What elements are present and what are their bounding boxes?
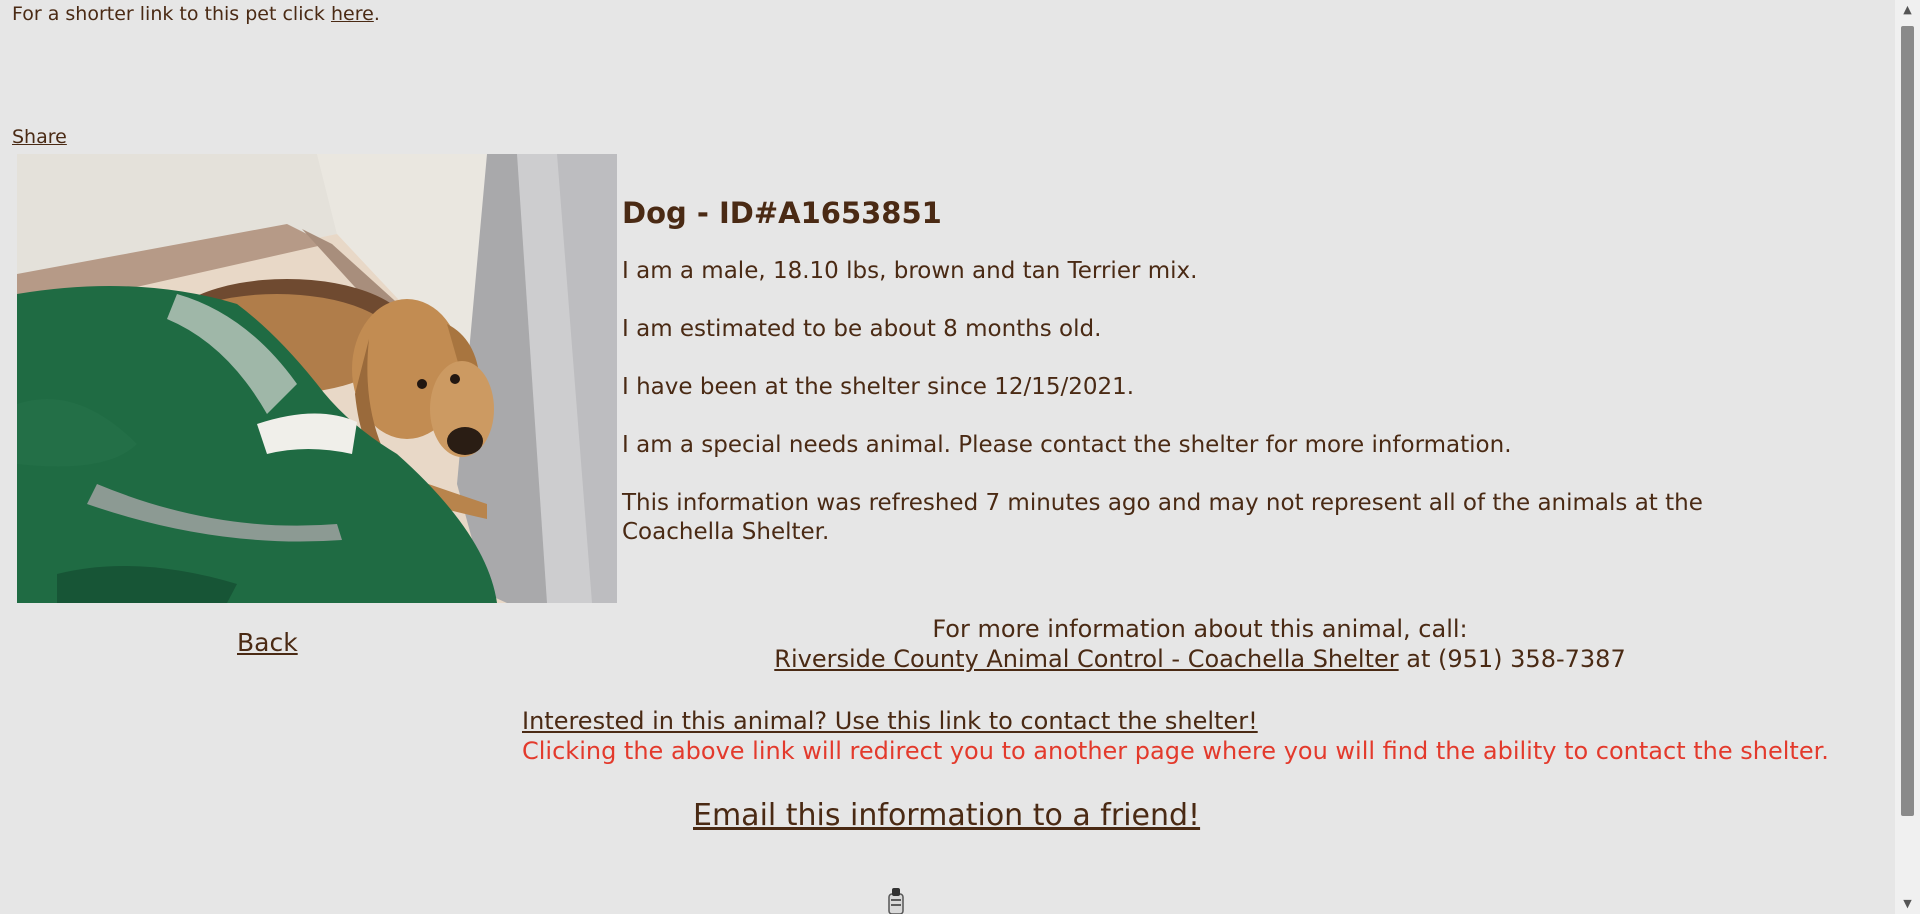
vertical-scrollbar[interactable]: ▲ ▼: [1895, 0, 1920, 914]
page: For a shorter link to this pet click her…: [0, 0, 1895, 914]
animal-description: I am a male, 18.10 lbs, brown and tan Te…: [622, 258, 1198, 284]
email-friend-link[interactable]: Email this information to a friend!: [693, 798, 1200, 833]
animal-age: I am estimated to be about 8 months old.: [622, 316, 1102, 342]
call-info: For more information about this animal, …: [700, 614, 1700, 674]
short-link-prefix: For a shorter link to this pet click: [12, 3, 331, 25]
phone-number: at (951) 358-7387: [1398, 645, 1626, 673]
scroll-up-icon[interactable]: ▲: [1895, 0, 1920, 20]
animal-info: Dog - ID#A1653851 I am a male, 18.10 lbs…: [622, 196, 1802, 576]
animal-intake-date: I have been at the shelter since 12/15/2…: [622, 374, 1135, 400]
short-link-here[interactable]: here: [331, 3, 374, 25]
short-link-line: For a shorter link to this pet click her…: [12, 3, 380, 25]
pet-photo: [17, 154, 617, 603]
contact-shelter-link[interactable]: Interested in this animal? Use this link…: [522, 707, 1258, 735]
loading-spinner-icon: [888, 888, 904, 914]
scrollbar-thumb[interactable]: [1901, 26, 1914, 816]
contact-section: Interested in this animal? Use this link…: [522, 706, 1829, 766]
scroll-down-icon[interactable]: ▼: [1895, 894, 1920, 914]
short-link-suffix: .: [373, 3, 380, 25]
call-text: For more information about this animal, …: [932, 615, 1468, 643]
shelter-link[interactable]: Riverside County Animal Control - Coache…: [774, 645, 1398, 673]
redirect-note: Clicking the above link will redirect yo…: [522, 737, 1829, 765]
shelter-line: Riverside County Animal Control - Coache…: [700, 644, 1700, 674]
refresh-notice: This information was refreshed 7 minutes…: [622, 490, 1703, 545]
animal-special-needs: I am a special needs animal. Please cont…: [622, 432, 1512, 458]
animal-title: Dog - ID#A1653851: [622, 196, 942, 230]
back-link[interactable]: Back: [237, 628, 298, 657]
share-link[interactable]: Share: [12, 126, 67, 148]
